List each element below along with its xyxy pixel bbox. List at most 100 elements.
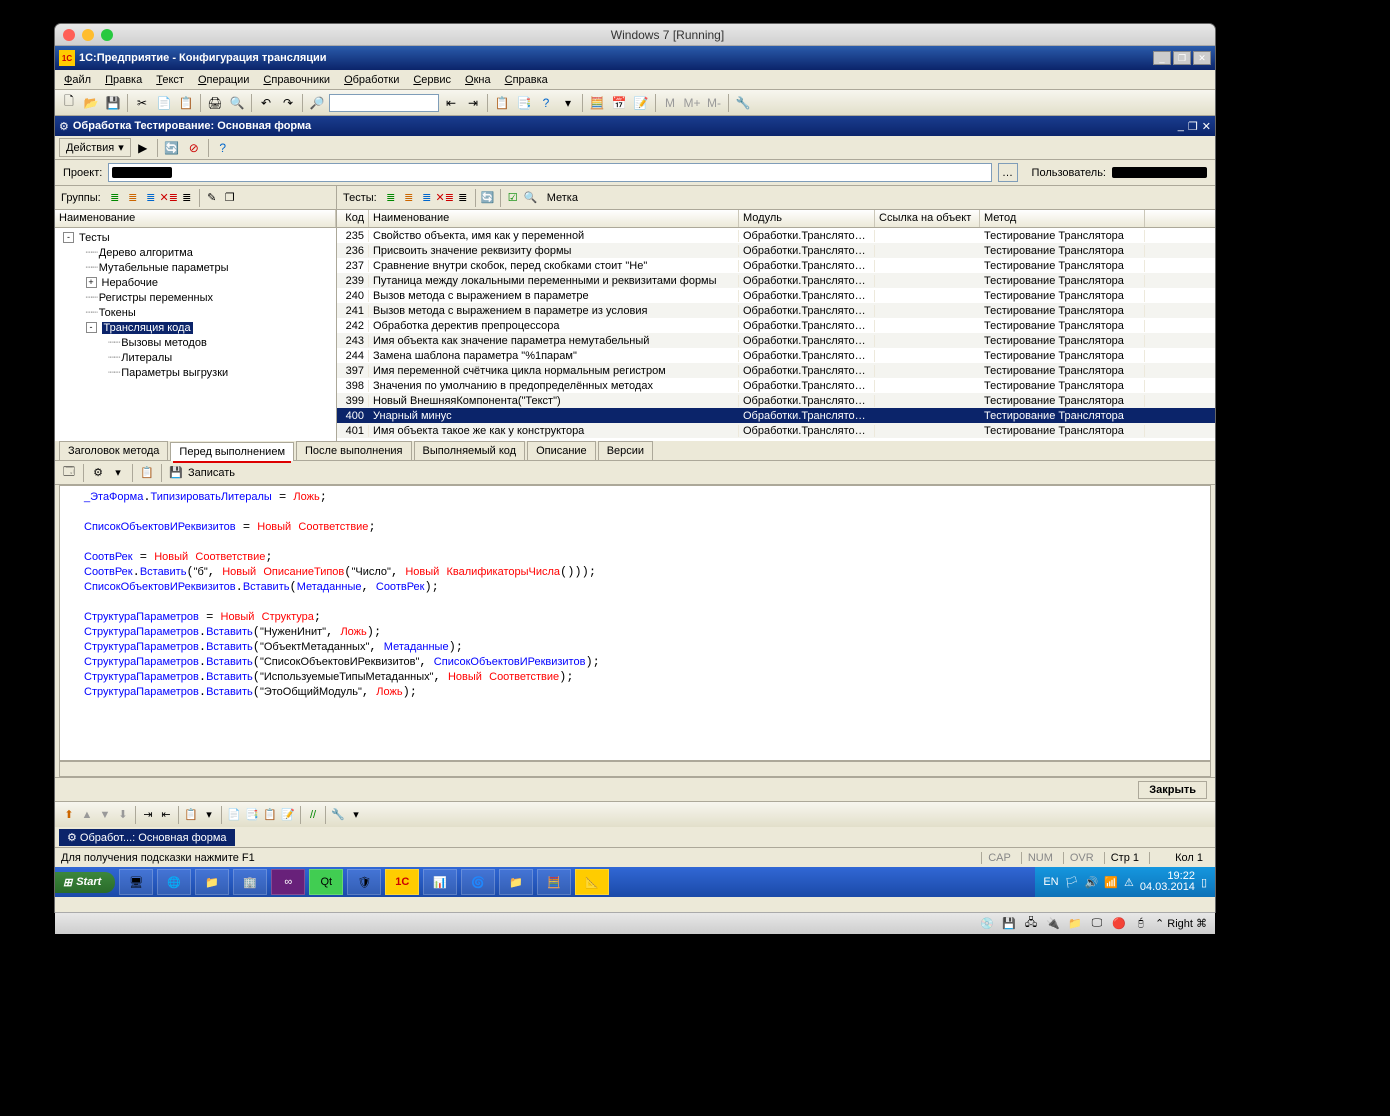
redo-icon[interactable]: ↷ <box>278 93 298 113</box>
save-icon[interactable]: 💾 <box>103 93 123 113</box>
tool3-icon[interactable]: 📝 <box>631 93 651 113</box>
table-row[interactable]: 240Вызов метода с выражением в параметре… <box>337 288 1215 303</box>
groups-del-icon[interactable]: ✕≣ <box>161 190 177 206</box>
task-explorer[interactable]: 📁 <box>195 869 229 895</box>
undo-icon[interactable]: ↶ <box>256 93 276 113</box>
action-help-icon[interactable]: ? <box>213 138 233 158</box>
vbox-disk-icon[interactable]: 💿 <box>979 916 995 932</box>
tree-row[interactable]: ┈┈Мутабельные параметры <box>55 260 336 275</box>
print-icon[interactable]: 🖨 <box>205 93 225 113</box>
tray-clock[interactable]: 19:22 04.03.2014 <box>1140 871 1195 893</box>
table-row[interactable]: 243Имя объекта как значение параметра не… <box>337 333 1215 348</box>
tests-refresh-icon[interactable]: 🔄 <box>480 190 496 206</box>
tree-body[interactable]: -Тесты ┈┈Дерево алгоритма ┈┈Мутабельные … <box>55 228 336 441</box>
table-row[interactable]: 235Свойство объекта, имя как у переменно… <box>337 228 1215 243</box>
table-row[interactable]: 244Замена шаблона параметра "%1парам"Обр… <box>337 348 1215 363</box>
action-refresh-icon[interactable]: 🔄 <box>162 138 182 158</box>
vbox-usb-icon[interactable]: 🔌 <box>1045 916 1061 932</box>
tests-move-icon[interactable]: ≣ <box>455 190 471 206</box>
table-row[interactable]: 399Новый ВнешняяКомпонента("Текст")Обраб… <box>337 393 1215 408</box>
vbox-display-icon[interactable]: 🖵 <box>1089 916 1105 932</box>
copy-icon[interactable]: 📄 <box>154 93 174 113</box>
groups-add-icon[interactable]: ≣ <box>107 190 123 206</box>
task-calc[interactable]: 🧮 <box>537 869 571 895</box>
code-scrollbar[interactable] <box>59 761 1211 777</box>
paste-icon[interactable]: 📋 <box>176 93 196 113</box>
close-button[interactable]: ✕ <box>1193 51 1211 65</box>
table-row[interactable]: 397Имя переменной счётчика цикла нормаль… <box>337 363 1215 378</box>
menu-catalogs[interactable]: Справочники <box>256 72 337 88</box>
code-tool3-icon[interactable]: 📋 <box>139 465 155 481</box>
mac-minimize-button[interactable] <box>82 29 94 41</box>
vbox-rec-icon[interactable]: 🔴 <box>1111 916 1127 932</box>
task-vs[interactable]: ∞ <box>271 869 305 895</box>
m-icon[interactable]: M <box>660 93 680 113</box>
bt-tool4-icon[interactable]: 📋 <box>262 807 278 823</box>
bt-outdent-icon[interactable]: ⇤ <box>158 807 174 823</box>
bt-icon[interactable]: ⬆ <box>61 807 77 823</box>
task-app[interactable]: 🏢 <box>233 869 267 895</box>
search-input[interactable] <box>329 94 439 112</box>
tray-icon[interactable]: 🔊 <box>1085 876 1099 889</box>
cut-icon[interactable]: ✂ <box>132 93 152 113</box>
task-chrome[interactable]: 🌐 <box>157 869 191 895</box>
tree-row[interactable]: ┈┈Регистры переменных <box>55 290 336 305</box>
sub-close-button[interactable]: ✕ <box>1202 120 1211 133</box>
actions-button[interactable]: Действия ▾ <box>59 138 131 157</box>
tray-icon2[interactable]: 📶 <box>1104 876 1118 889</box>
task-app3[interactable]: 📊 <box>423 869 457 895</box>
tool-icon[interactable]: 📋 <box>492 93 512 113</box>
vbox-mouse-icon[interactable]: 🖯 <box>1133 916 1149 932</box>
code-tool1-icon[interactable]: 🗔 <box>61 465 77 481</box>
tool2-icon[interactable]: 📑 <box>514 93 534 113</box>
bt-indent-icon[interactable]: ⇥ <box>140 807 156 823</box>
tree-row[interactable]: ┈┈Литералы <box>55 350 336 365</box>
project-select-button[interactable]: … <box>998 163 1018 182</box>
tab[interactable]: Перед выполнением <box>170 442 294 461</box>
task-qt[interactable]: Qt <box>309 869 343 895</box>
close-button[interactable]: Закрыть <box>1138 781 1207 799</box>
tests-edit-icon[interactable]: ≣ <box>401 190 417 206</box>
tool4-icon[interactable]: 🔧 <box>733 93 753 113</box>
find-icon[interactable]: 🔎 <box>307 93 327 113</box>
vbox-hdd-icon[interactable]: 💾 <box>1001 916 1017 932</box>
bt-dropdown2-icon[interactable]: ▾ <box>348 807 364 823</box>
tests-del-icon[interactable]: ✕≣ <box>437 190 453 206</box>
bt-tool3-icon[interactable]: 📑 <box>244 807 260 823</box>
bt-tool-icon[interactable]: 📋 <box>183 807 199 823</box>
table-row[interactable]: 237Сравнение внутри скобок, перед скобка… <box>337 258 1215 273</box>
tab[interactable]: Выполняемый код <box>414 441 526 460</box>
groups-tool-icon[interactable]: ✎ <box>204 190 220 206</box>
task-app5[interactable]: 📁 <box>499 869 533 895</box>
tree-row[interactable]: +Нерабочие <box>55 275 336 290</box>
mminus-icon[interactable]: M- <box>704 93 724 113</box>
task-app2[interactable]: 🛡 <box>347 869 381 895</box>
bt-icon3[interactable]: ▼ <box>97 807 113 823</box>
table-row[interactable]: 400Унарный минусОбработки.Транслятор.Фор… <box>337 408 1215 423</box>
preview-icon[interactable]: 🔍 <box>227 93 247 113</box>
find-prev-icon[interactable]: ⇤ <box>441 93 461 113</box>
save-icon[interactable]: 💾 <box>168 465 184 481</box>
menu-processing[interactable]: Обработки <box>337 72 406 88</box>
menu-help[interactable]: Справка <box>498 72 555 88</box>
action-run-icon[interactable]: ▶ <box>133 138 153 158</box>
code-tool2-icon[interactable]: ⚙ <box>90 465 106 481</box>
task-app4[interactable]: 🌀 <box>461 869 495 895</box>
tree-row[interactable]: ┈┈Параметры выгрузки <box>55 365 336 380</box>
mac-close-button[interactable] <box>63 29 75 41</box>
menu-file[interactable]: Файл <box>57 72 98 88</box>
calendar-icon[interactable]: 📅 <box>609 93 629 113</box>
groups-up-icon[interactable]: ≣ <box>179 190 195 206</box>
tests-check-icon[interactable]: ☑ <box>505 190 521 206</box>
help-icon[interactable]: ? <box>536 93 556 113</box>
tab[interactable]: После выполнения <box>296 441 412 460</box>
menu-edit[interactable]: Правка <box>98 72 149 88</box>
task-app6[interactable]: 📐 <box>575 869 609 895</box>
calc-icon[interactable]: 🧮 <box>587 93 607 113</box>
new-icon[interactable]: 🗋 <box>59 93 79 113</box>
mplus-icon[interactable]: M+ <box>682 93 702 113</box>
save-button[interactable]: Записать <box>188 467 235 479</box>
vbox-shared-icon[interactable]: 📁 <box>1067 916 1083 932</box>
table-row[interactable]: 239Путаница между локальными переменными… <box>337 273 1215 288</box>
menu-windows[interactable]: Окна <box>458 72 498 88</box>
